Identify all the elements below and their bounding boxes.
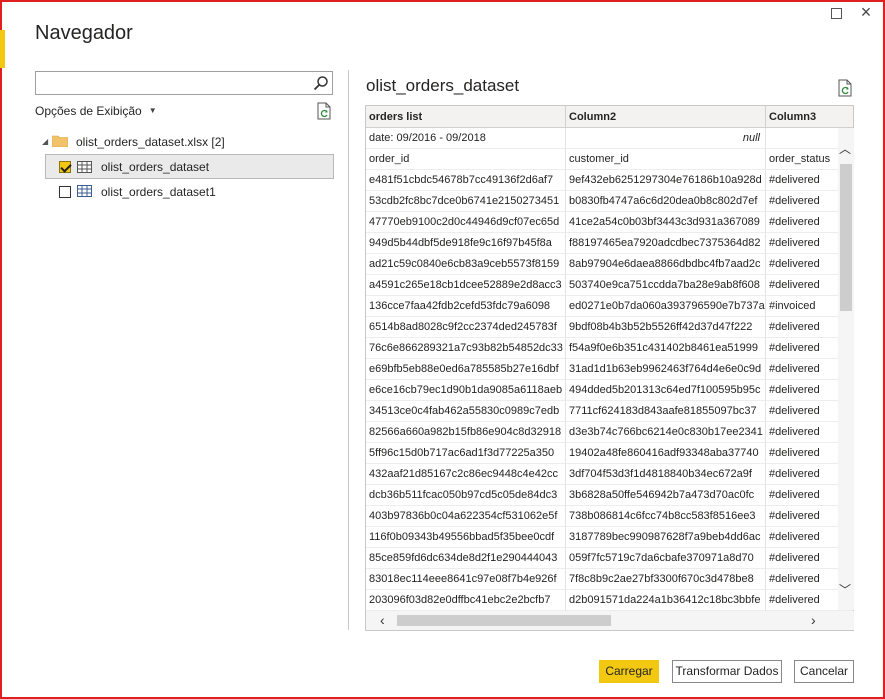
- scroll-up-icon[interactable]: ︿: [839, 140, 851, 157]
- scroll-thumb[interactable]: [397, 615, 611, 626]
- table-cell[interactable]: 7711cf624183d843aafe81855097bc37: [566, 401, 766, 422]
- refresh-icon[interactable]: [316, 102, 332, 120]
- transform-data-button[interactable]: Transformar Dados: [672, 660, 782, 683]
- scroll-down-icon[interactable]: ﹀: [839, 581, 851, 598]
- dataset1-checkbox[interactable]: [59, 186, 71, 198]
- tree-item-label[interactable]: olist_orders_dataset1: [101, 185, 216, 199]
- column-header[interactable]: orders list: [366, 106, 566, 128]
- tree-item-label[interactable]: olist_orders_dataset: [101, 160, 209, 174]
- table-cell[interactable]: ed0271e0b7da060a393796590e7b737a: [566, 296, 766, 317]
- table-cell[interactable]: d3e3b74c766bc6214e0c830b17ee2341: [566, 422, 766, 443]
- load-button[interactable]: Carregar: [599, 660, 659, 683]
- caret-down-icon: ▼: [148, 106, 157, 115]
- table-cell[interactable]: f54a9f0e6b351c431402b8461ea51999: [566, 338, 766, 359]
- view-options-label: Opções de Exibição: [35, 104, 142, 118]
- refresh-icon[interactable]: [837, 79, 853, 97]
- table-cell[interactable]: 41ce2a54c0b03bf3443c3d931a367089: [566, 212, 766, 233]
- table-cell[interactable]: 494dded5b201313c64ed7f100595b95c: [566, 380, 766, 401]
- folder-icon: [52, 135, 68, 147]
- table-cell[interactable]: 3df704f53d3f1d4818840b34ec672a9f: [566, 464, 766, 485]
- table-cell[interactable]: 949d5b44dbf5de918fe9c16f97b45f8a: [366, 233, 566, 254]
- table-cell[interactable]: ad21c59c0840e6cb83a9ceb5573f8159: [366, 254, 566, 275]
- view-options-dropdown[interactable]: Opções de Exibição ▼: [35, 104, 157, 118]
- preview-table[interactable]: orders list Column2 Column3 date: 09/201…: [365, 105, 854, 631]
- table-cell[interactable]: 059f7fc5719c7da6cbafe370971a8d70: [566, 548, 766, 569]
- vertical-scrollbar[interactable]: ︿ ﹀: [838, 128, 854, 610]
- table-cell[interactable]: a4591c265e18cb1dcee52889e2d8acc3: [366, 275, 566, 296]
- table-cell[interactable]: 9ef432eb6251297304e76186b10a928d: [566, 170, 766, 191]
- table-cell[interactable]: customer_id: [566, 149, 766, 170]
- column-header[interactable]: Column3: [766, 106, 853, 128]
- pane-splitter[interactable]: [348, 70, 349, 630]
- dialog-title: Navegador: [35, 22, 133, 44]
- table-cell[interactable]: 47770eb9100c2d0c44946d9cf07ec65d: [366, 212, 566, 233]
- table-icon: [77, 185, 92, 197]
- table-cell[interactable]: e69bfb5eb88e0ed6a785585b27e16dbf: [366, 359, 566, 380]
- horizontal-scrollbar[interactable]: ‹ ›: [366, 611, 854, 630]
- table-cell[interactable]: e481f51cbdc54678b7cc49136f2d6af7: [366, 170, 566, 191]
- scroll-right-icon[interactable]: ›: [811, 612, 816, 628]
- preview-title: olist_orders_dataset: [366, 76, 520, 95]
- table-cell[interactable]: 432aaf21d85167c2c86ec9448c4e42cc: [366, 464, 566, 485]
- maximize-icon[interactable]: [831, 8, 842, 19]
- table-cell[interactable]: 3b6828a50ffe546942b7a473d70ac0fc: [566, 485, 766, 506]
- table-cell[interactable]: 7f8c8b9c2ae27bf3300f670c3d478be8: [566, 569, 766, 590]
- table-cell[interactable]: 34513ce0c4fab462a55830c0989c7edb: [366, 401, 566, 422]
- table-cell[interactable]: 76c6e866289321a7c93b82b54852dc33: [366, 338, 566, 359]
- cancel-button[interactable]: Cancelar: [794, 660, 854, 683]
- close-icon[interactable]: ×: [856, 1, 876, 23]
- scroll-left-icon[interactable]: ‹: [380, 612, 385, 628]
- table-cell[interactable]: dcb36b511fcac050b97cd5c05de84dc3: [366, 485, 566, 506]
- table-cell[interactable]: null: [566, 128, 766, 149]
- table-cell[interactable]: 136cce7faa42fdb2cefd53fdc79a6098: [366, 296, 566, 317]
- table-cell[interactable]: d2b091571da224a1b36412c18bc3bbfe: [566, 590, 766, 611]
- table-cell[interactable]: 19402a48fe860416adf93348aba37740: [566, 443, 766, 464]
- table-cell[interactable]: 8ab97904e6daea8866dbdbc4fb7aad2c: [566, 254, 766, 275]
- tree-file-label[interactable]: olist_orders_dataset.xlsx [2]: [76, 135, 225, 149]
- table-cell[interactable]: 31ad1d1b63eb9962463f764d4e6e0c9d: [566, 359, 766, 380]
- table-cell[interactable]: 82566a660a982b15fb86e904c8d32918: [366, 422, 566, 443]
- table-cell[interactable]: 116f0b09343b49556bbad5f35bee0cdf: [366, 527, 566, 548]
- table-cell[interactable]: 6514b8ad8028c9f2cc2374ded245783f: [366, 317, 566, 338]
- table-cell[interactable]: e6ce16cb79ec1d90b1da9085a6118aeb: [366, 380, 566, 401]
- column-header[interactable]: Column2: [566, 106, 766, 128]
- table-cell[interactable]: 503740e9ca751ccdda7ba28e9ab8f608: [566, 275, 766, 296]
- table-cell[interactable]: 403b97836b0c04a622354cf531062e5f: [366, 506, 566, 527]
- collapse-icon[interactable]: ◢: [42, 137, 48, 146]
- table-cell[interactable]: f88197465ea7920adcdbec7375364d82: [566, 233, 766, 254]
- table-cell[interactable]: 9bdf08b4b3b52b5526ff42d37d47f222: [566, 317, 766, 338]
- table-cell[interactable]: 203096f03d82e0dffbc41ebc2e2bcfb7: [366, 590, 566, 611]
- table-cell[interactable]: order_id: [366, 149, 566, 170]
- table-cell[interactable]: 3187789bec990987628f7a9beb4dd6ac: [566, 527, 766, 548]
- dataset-checkbox[interactable]: [59, 161, 71, 173]
- table-cell[interactable]: 53cdb2fc8bc7dce0b6741e2150273451: [366, 191, 566, 212]
- table-cell[interactable]: date: 09/2016 - 09/2018: [366, 128, 566, 149]
- table-cell[interactable]: 83018ec114eee8641c97e08f7b4e926f: [366, 569, 566, 590]
- search-box[interactable]: [35, 71, 333, 95]
- table-cell[interactable]: 85ce859fd6dc634de8d2f1e290444043: [366, 548, 566, 569]
- scroll-thumb[interactable]: [840, 164, 852, 311]
- search-icon[interactable]: [313, 75, 329, 91]
- accent-bar: [0, 30, 5, 68]
- table-cell[interactable]: 5ff96c15d0b717ac6ad1f3d77225a350: [366, 443, 566, 464]
- table-cell[interactable]: 738b086814c6fcc74b8cc583f8516ee3: [566, 506, 766, 527]
- table-icon: [77, 161, 92, 173]
- table-cell[interactable]: b0830fb4747a6c6d20dea0b8c802d7ef: [566, 191, 766, 212]
